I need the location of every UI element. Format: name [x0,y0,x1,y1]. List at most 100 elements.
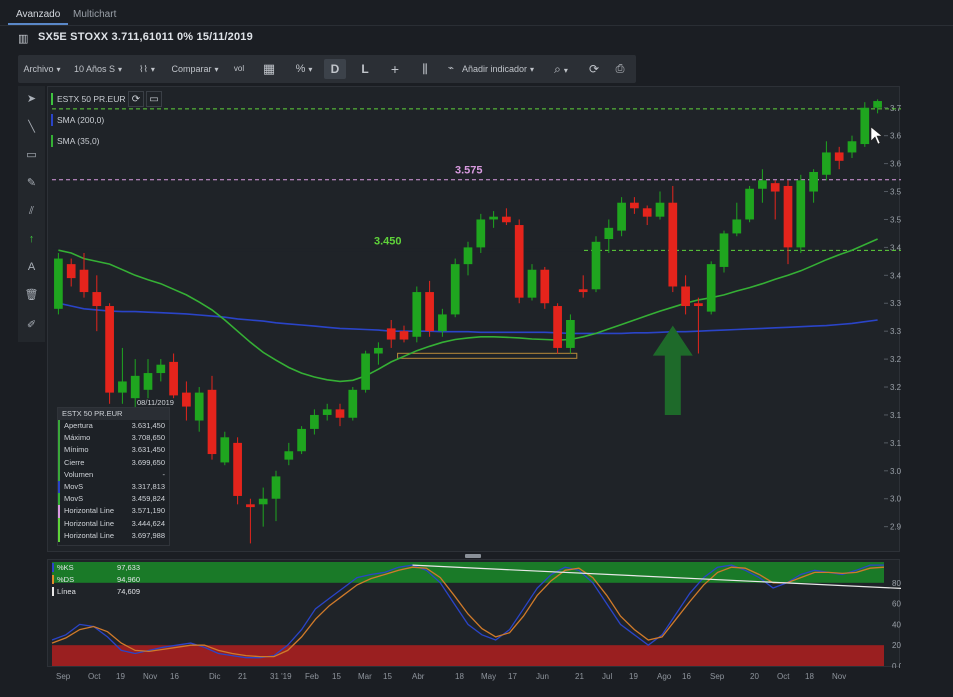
info-row-value: 3.444,624 [131,518,165,528]
candle-body [297,428,306,452]
indicator-icon: ⌁ [447,63,455,74]
percent-menu[interactable]: % [288,59,320,79]
info-row: MovS 3.317,813 [58,480,169,494]
tab-avanzado[interactable]: Avanzado [8,5,69,25]
candle-body [527,269,537,298]
drawing-tools: ➤ ╲ ▭ ✎ ⫽ ↑ A 🗑 ✐ [18,86,45,342]
highlight-rectangle [397,352,578,359]
candle-body [476,219,486,248]
candle-body [617,202,626,231]
trash-icon[interactable]: 🗑 [18,284,45,306]
candle-body [246,504,255,508]
grid-icon[interactable]: ▦ [258,59,280,79]
time-tick-label: Jul [602,672,612,681]
candle-body [540,269,550,304]
stoch-tick-label: 20,000 [892,641,901,650]
candle-body [156,364,166,374]
candle-body [79,269,89,293]
add-indicator-menu[interactable]: Añadir indicador [460,59,536,79]
legend-sma200[interactable]: SMA (200,0) [51,112,104,128]
candle-body [322,409,332,415]
candle-body [143,373,153,390]
chart-type-icon[interactable]: ⌇⌇ [132,59,162,79]
stochastic-color-swatch [52,563,54,572]
candle-body [169,361,178,396]
comparar-menu[interactable]: Comparar [170,59,220,79]
price-tick-label: 3.550,000 [890,188,901,197]
zoom-icon[interactable]: ⌕ [546,59,576,79]
reload-icon[interactable]: ⟳ [128,91,144,107]
time-axis: Sep Oct 19 Nov 16 Dic 21 31 '19 Feb 15 Mar 15 Abr 18 M… [56,672,846,681]
candle-body [105,306,114,393]
info-row-value: 3.317,813 [131,481,165,491]
candle-body [604,227,614,240]
time-tick-label: 21 [575,672,584,681]
price-tick-label: 3.500,000 [890,215,901,224]
arrow-up-tool-icon[interactable]: ↑ [18,228,45,250]
stochastic-label: Línea 74,609 [52,586,142,597]
settings-icon[interactable]: ▭ [146,91,162,107]
candles-icon[interactable]: ⫼ [414,59,436,79]
stochastic-label: %KS 97,633 [52,562,142,573]
info-row: Máximo 3.708,650 [58,432,169,445]
price-tick-label: 3.400,000 [890,271,901,280]
candle-body [425,292,434,332]
rectangle-tool-icon[interactable]: ▭ [18,144,45,166]
candle-body [566,320,575,348]
pen-tool-icon[interactable]: ✎ [18,172,45,194]
stoch-tick-label: 60,000 [892,600,901,609]
price-tick-label: 3.050,000 [890,467,901,476]
info-row: Horizontal Line 3.697,988 [58,529,169,542]
candle-body [706,264,716,312]
daily-button[interactable]: D [324,59,346,79]
text-tool-icon[interactable]: A [18,256,45,278]
info-row-label: Cierre [64,457,85,467]
candle-body [271,476,281,499]
stochastic-chart[interactable]: 80,00060,00040,00020,0000,000 [47,559,917,671]
candle-body [770,183,780,192]
time-tick-label: Ago [657,672,672,681]
time-tick-label: 15 [383,672,392,681]
time-tick-label: Jun [536,672,549,681]
eraser-icon[interactable]: ✐ [18,314,45,336]
log-button[interactable]: L [354,59,376,79]
line-tool-icon[interactable]: ╲ [18,116,45,138]
crosshair-icon[interactable]: + [384,59,406,79]
time-tick-label: 17 [508,672,517,681]
legend-sma35[interactable]: SMA (35,0) [51,133,100,149]
time-tick-label: 19 [629,672,638,681]
candle-body [207,389,217,455]
info-row-label: Volumen [64,469,94,479]
price-tick-label: 3.450,000 [890,243,901,252]
info-row-value: 3.708,650 [131,433,165,443]
price-tick-label: 3.250,000 [890,355,901,364]
symbol-title: SX5E STOXX 3.711,61011 0% 15/11/2019 [38,31,253,43]
legend-series[interactable]: ESTX 50 PR.EUR [51,91,126,107]
candle-body [438,314,447,332]
time-tick-label: 19 [116,672,125,681]
info-row: Apertura 3.631,450 [58,420,169,433]
period-menu[interactable]: 10 Años S [72,59,124,79]
price-tick-label: 3.700,000 [890,104,901,113]
info-row-value: 3.631,450 [131,421,165,430]
channel-tool-icon[interactable]: ⫽ [18,200,45,222]
refresh-icon[interactable]: ⟳ [584,59,604,79]
time-tick-label: 16 [682,672,691,681]
cursor-icon[interactable]: ➤ [18,88,45,110]
volume-button[interactable]: vol [230,59,248,79]
archivo-menu[interactable]: Archivo [22,59,62,79]
pane-splitter-handle[interactable] [465,554,481,558]
candle-body [783,185,793,248]
price-chart[interactable]: 3.700,000 3.650,000 3.600,000 3.550,000 3.50… [47,86,926,552]
annotation-3575: 3.575 [455,165,483,177]
info-row-value: 3.631,450 [131,445,165,455]
crosshair-date: 08/11/2019 [137,398,174,407]
sma200-line [58,302,878,335]
time-tick-label: Feb [305,672,319,681]
print-icon[interactable]: ⎙ [610,59,630,79]
info-row-label: Apertura [64,421,93,430]
candle-body [694,303,703,307]
tab-multichart[interactable]: Multichart [65,5,124,25]
time-tick-label: Mar [358,672,372,681]
candle-body [745,188,754,220]
